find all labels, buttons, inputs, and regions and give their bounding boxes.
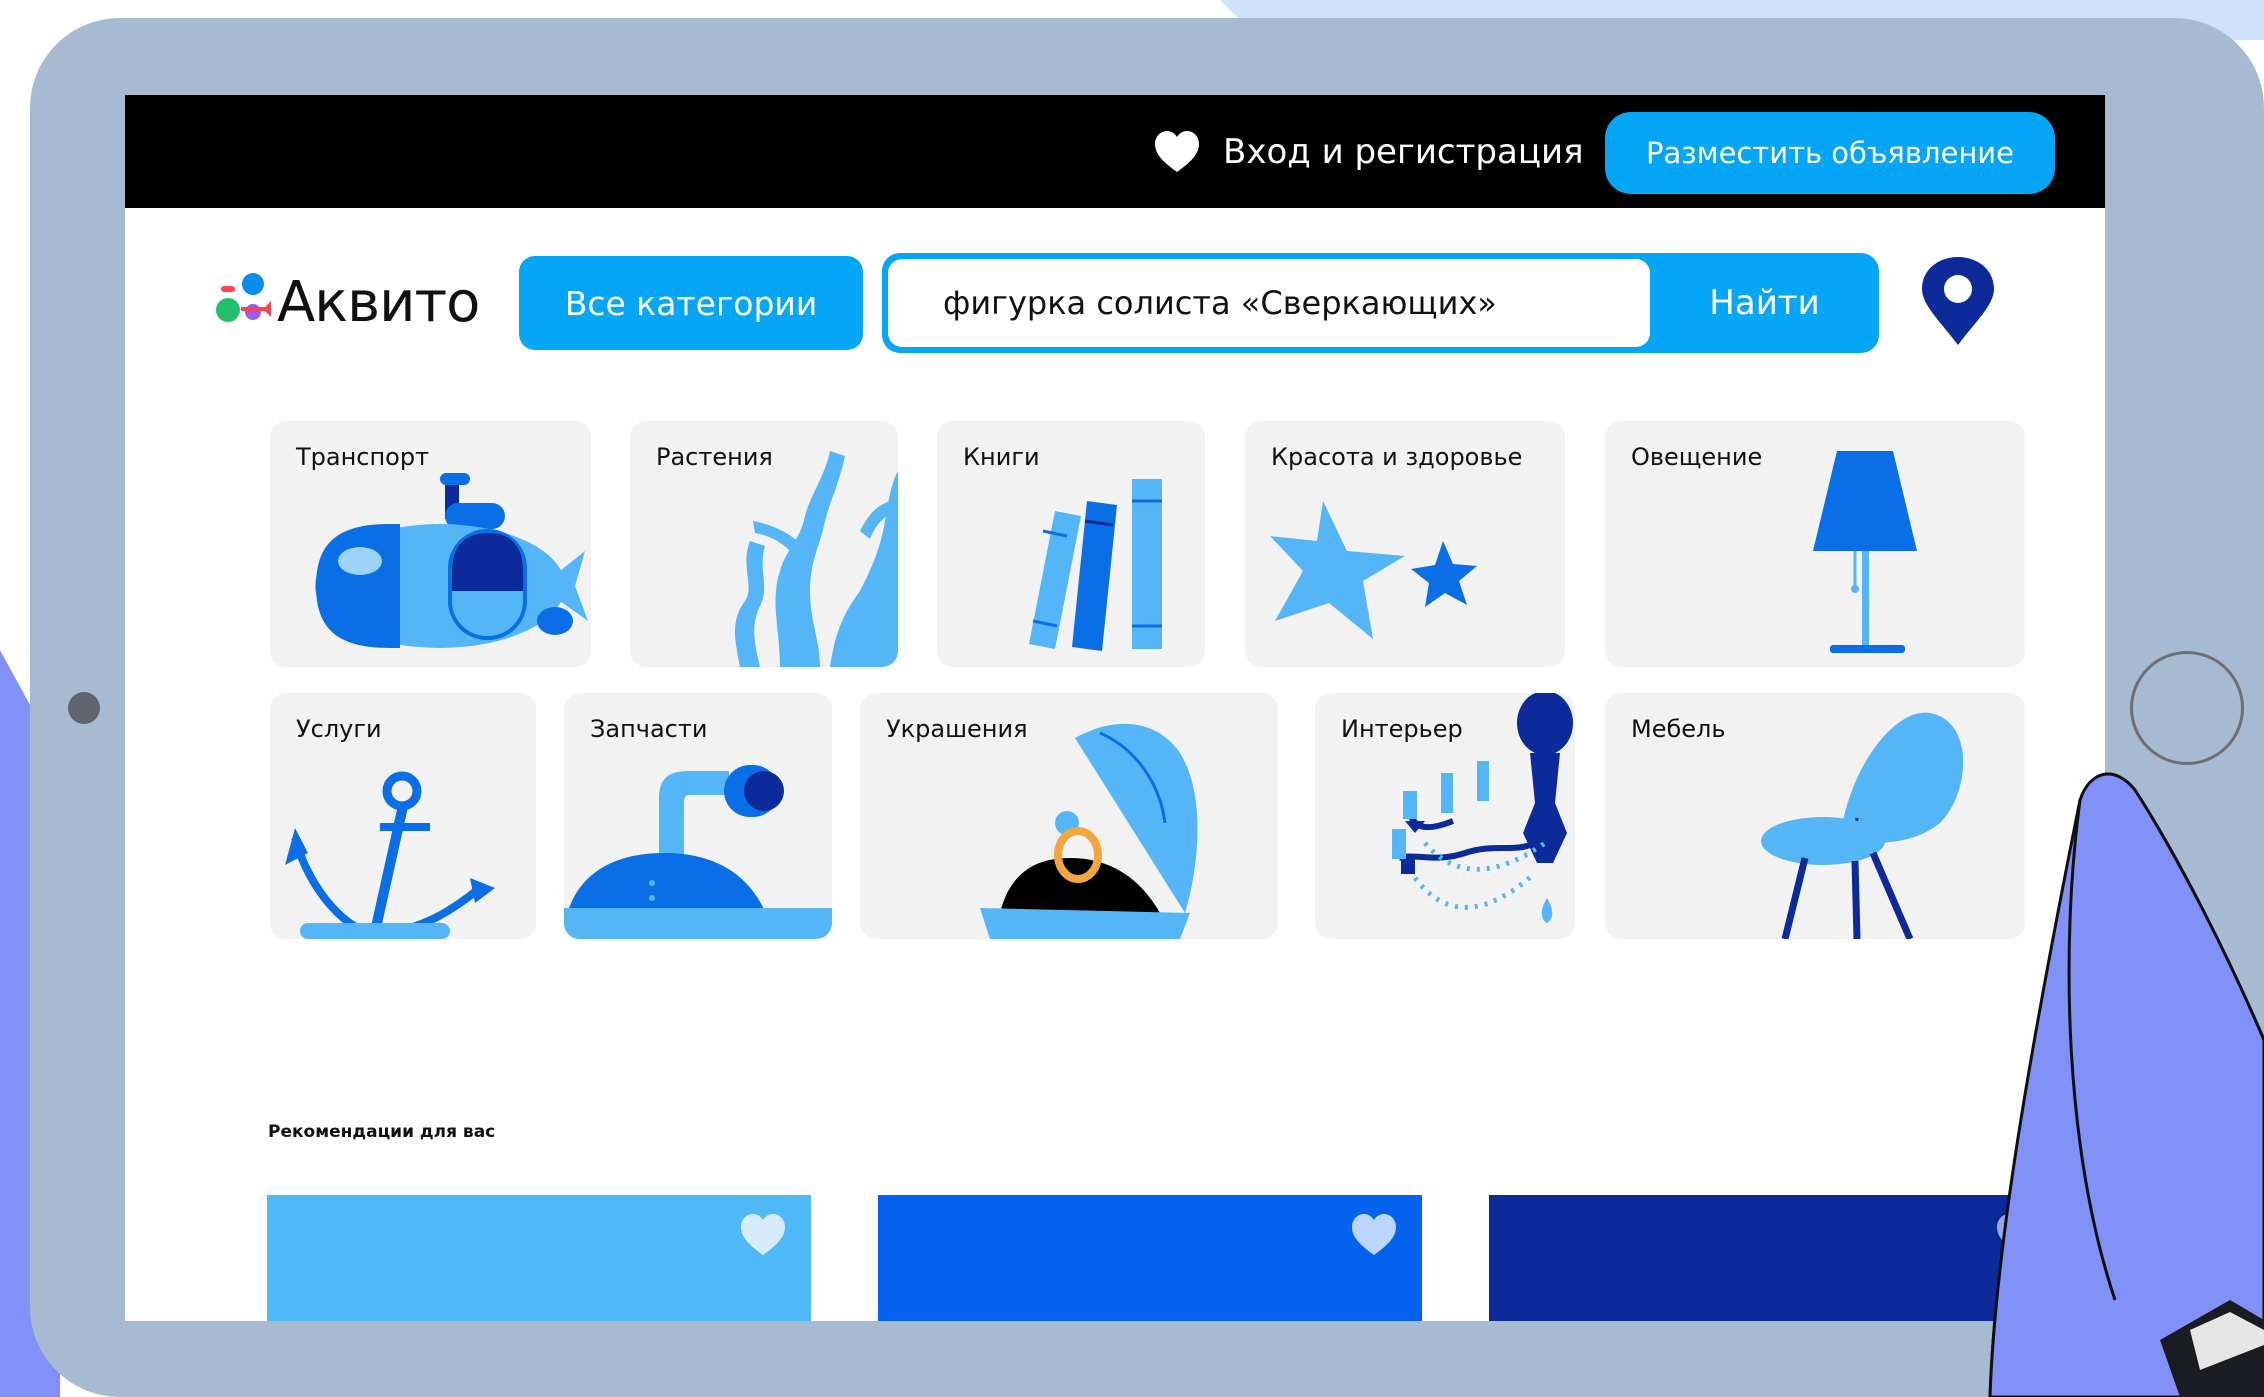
logo-mark-icon xyxy=(216,273,271,322)
lamp-icon xyxy=(1813,451,1917,653)
recommendations-title: Рекомендации для вас xyxy=(268,1122,496,1142)
category-card-jewelry[interactable]: Украшения xyxy=(860,693,1278,939)
all-categories-button[interactable]: Все категории xyxy=(519,256,863,350)
location-pin-icon[interactable] xyxy=(1920,255,1996,347)
category-card-parts[interactable]: Запчасти xyxy=(564,693,832,939)
category-card-interior[interactable]: Интерьер xyxy=(1315,693,1575,939)
post-ad-button[interactable]: Разместить объявление xyxy=(1605,112,2055,194)
category-card-books[interactable]: Книги xyxy=(937,421,1205,667)
search-button[interactable]: Найти xyxy=(1650,253,1879,353)
login-label: Вход и регистрация xyxy=(1223,132,1584,172)
brand-logo[interactable]: Аквито xyxy=(213,267,480,337)
anchor-icon xyxy=(285,771,495,939)
category-card-transport[interactable]: Транспорт xyxy=(270,421,591,667)
books-icon xyxy=(1029,479,1162,651)
front-camera xyxy=(68,692,100,724)
search-bar: Найти xyxy=(882,253,1879,353)
recommendation-card[interactable] xyxy=(267,1195,811,1321)
coral-icon xyxy=(735,451,898,667)
hand-illustration xyxy=(1988,772,2264,1397)
login-link[interactable]: Вход и регистрация xyxy=(1153,125,1584,179)
shell-ring-icon xyxy=(980,723,1198,939)
favorites-heart-icon[interactable] xyxy=(1153,130,1201,174)
category-card-beauty[interactable]: Красота и здоровье xyxy=(1245,421,1565,667)
recommendation-card[interactable] xyxy=(1489,1195,2041,1321)
favorite-heart-icon[interactable] xyxy=(1350,1213,1398,1257)
category-card-plants[interactable]: Растения xyxy=(630,421,898,667)
search-input[interactable] xyxy=(888,259,1650,347)
category-card-lighting[interactable]: Овещение xyxy=(1605,421,2025,667)
favorite-heart-icon[interactable] xyxy=(739,1213,787,1257)
home-button[interactable] xyxy=(2130,651,2244,765)
category-card-services[interactable]: Услуги xyxy=(270,693,536,939)
starfish-icon xyxy=(1270,501,1477,639)
brand-name: Аквито xyxy=(277,269,480,335)
periscope-icon xyxy=(564,765,832,939)
chandelier-icon xyxy=(1392,693,1573,923)
tablet-screen: Вход и регистрация Разместить объявление… xyxy=(125,95,2105,1321)
top-bar: Вход и регистрация Разместить объявление xyxy=(125,95,2105,208)
submarine-icon xyxy=(315,473,588,648)
recommendation-card[interactable] xyxy=(878,1195,1422,1321)
